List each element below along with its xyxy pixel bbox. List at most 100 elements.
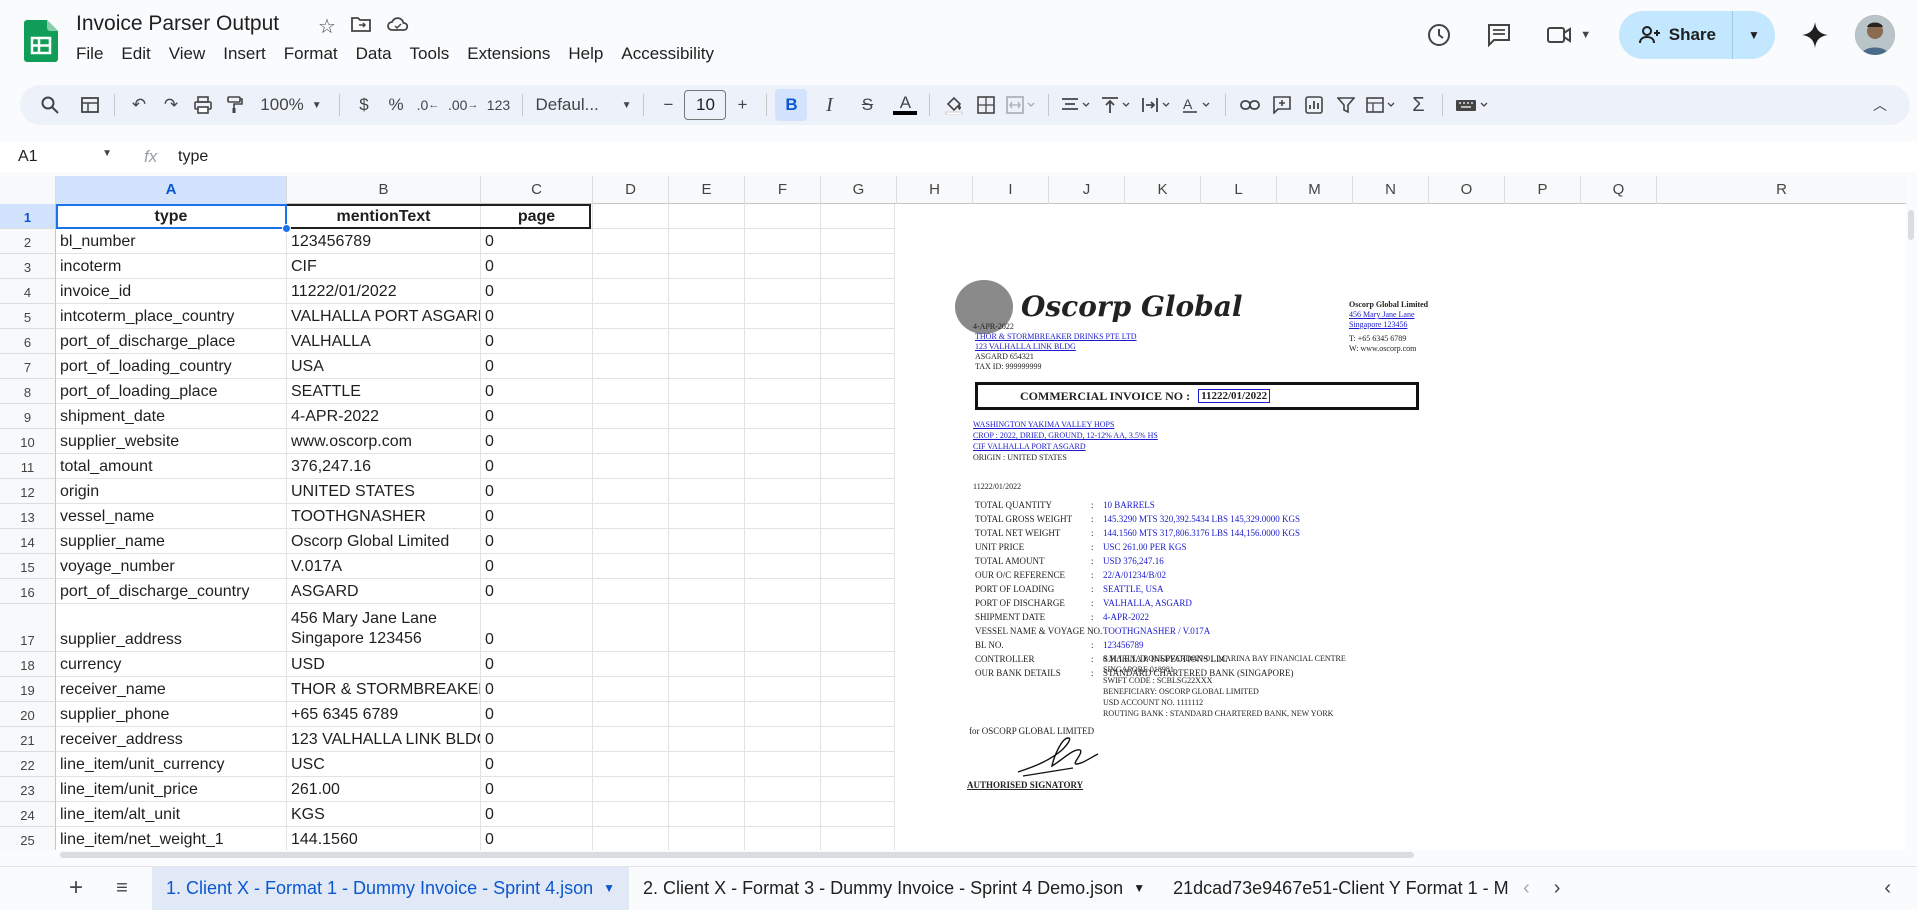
row-header[interactable]: 8	[0, 379, 56, 404]
horizontal-scrollbar[interactable]	[60, 852, 1414, 858]
table-cell[interactable]: Oscorp Global Limited	[287, 529, 481, 554]
table-cell[interactable]: 0	[481, 702, 593, 727]
column-title-cell[interactable]: page	[481, 204, 593, 229]
row-header[interactable]: 11	[0, 454, 56, 479]
empty-cell[interactable]	[593, 579, 669, 604]
table-cell[interactable]: receiver_name	[56, 677, 287, 702]
table-cell[interactable]: 261.00	[287, 777, 481, 802]
column-header-d[interactable]: D	[593, 176, 669, 204]
empty-cell[interactable]	[593, 404, 669, 429]
scroll-tabs-right-icon[interactable]: ›	[1542, 877, 1573, 900]
fill-color-icon[interactable]	[938, 89, 970, 121]
table-cell[interactable]: 0	[481, 329, 593, 354]
empty-cell[interactable]	[821, 652, 897, 677]
font-select[interactable]: Defaul... ▼	[531, 89, 635, 121]
menu-format[interactable]: Format	[275, 44, 347, 64]
empty-cell[interactable]	[669, 479, 745, 504]
empty-cell[interactable]	[593, 752, 669, 777]
empty-cell[interactable]	[669, 204, 745, 229]
table-cell[interactable]: CIF	[287, 254, 481, 279]
column-header-h[interactable]: H	[897, 176, 973, 204]
sheet-tab-2[interactable]: 2. Client X - Format 3 - Dummy Invoice -…	[629, 867, 1159, 910]
empty-cell[interactable]	[669, 752, 745, 777]
side-panel-collapse-icon[interactable]: ‹	[1872, 877, 1903, 900]
invoice-image[interactable]: Oscorp Global 4-APR-2022 THOR & STORMBRE…	[894, 204, 1522, 850]
table-cell[interactable]: www.oscorp.com	[287, 429, 481, 454]
empty-cell[interactable]	[821, 777, 897, 802]
insert-comment-icon[interactable]	[1266, 89, 1298, 121]
functions-icon[interactable]: Σ	[1402, 89, 1434, 121]
table-cell[interactable]: vessel_name	[56, 504, 287, 529]
table-cell[interactable]: receiver_address	[56, 727, 287, 752]
row-header[interactable]: 25	[0, 827, 56, 850]
empty-cell[interactable]	[669, 604, 745, 652]
row-header[interactable]: 4	[0, 279, 56, 304]
cloud-status-icon[interactable]	[386, 14, 410, 34]
empty-cell[interactable]	[745, 579, 821, 604]
row-header[interactable]: 7	[0, 354, 56, 379]
column-header-c[interactable]: C	[481, 176, 593, 204]
empty-cell[interactable]	[821, 404, 897, 429]
table-cell[interactable]: 0	[481, 379, 593, 404]
empty-cell[interactable]	[745, 204, 821, 229]
empty-cell[interactable]	[745, 429, 821, 454]
empty-cell[interactable]	[669, 802, 745, 827]
table-cell[interactable]: 123456789	[287, 229, 481, 254]
row-header[interactable]: 5	[0, 304, 56, 329]
row-header[interactable]: 21	[0, 727, 56, 752]
empty-cell[interactable]	[669, 554, 745, 579]
table-cell[interactable]: 0	[481, 229, 593, 254]
row-header[interactable]: 20	[0, 702, 56, 727]
sheets-logo-icon[interactable]	[24, 20, 58, 62]
all-sheets-icon[interactable]: ≡	[102, 877, 142, 900]
empty-cell[interactable]	[821, 229, 897, 254]
text-wrapping-icon[interactable]	[1137, 89, 1177, 121]
paint-format-icon[interactable]	[219, 89, 251, 121]
empty-cell[interactable]	[821, 429, 897, 454]
table-cell[interactable]: 376,247.16	[287, 454, 481, 479]
column-header-o[interactable]: O	[1429, 176, 1505, 204]
row-header[interactable]: 23	[0, 777, 56, 802]
empty-cell[interactable]	[593, 529, 669, 554]
gemini-icon[interactable]	[1795, 15, 1835, 55]
table-cell[interactable]: port_of_discharge_country	[56, 579, 287, 604]
table-cell[interactable]: 0	[481, 404, 593, 429]
table-cell[interactable]: 11222/01/2022	[287, 279, 481, 304]
empty-cell[interactable]	[745, 652, 821, 677]
table-cell[interactable]: incoterm	[56, 254, 287, 279]
empty-cell[interactable]	[821, 254, 897, 279]
column-header-j[interactable]: J	[1049, 176, 1125, 204]
empty-cell[interactable]	[669, 229, 745, 254]
empty-cell[interactable]	[593, 254, 669, 279]
insert-chart-icon[interactable]	[1298, 89, 1330, 121]
column-header-e[interactable]: E	[669, 176, 745, 204]
table-cell[interactable]: 0	[481, 677, 593, 702]
empty-cell[interactable]	[593, 354, 669, 379]
empty-cell[interactable]	[745, 752, 821, 777]
empty-cell[interactable]	[745, 329, 821, 354]
empty-cell[interactable]	[821, 204, 897, 229]
sheet-tab-3[interactable]: 21dcad73e9467e51-Client Y Format 1 - M	[1159, 867, 1511, 910]
name-box[interactable]: A1 ▼	[0, 148, 124, 166]
empty-cell[interactable]	[745, 479, 821, 504]
menu-help[interactable]: Help	[559, 44, 612, 64]
empty-cell[interactable]	[745, 304, 821, 329]
table-cell[interactable]: 0	[481, 529, 593, 554]
empty-cell[interactable]	[745, 554, 821, 579]
document-title[interactable]: Invoice Parser Output	[76, 12, 279, 36]
table-cell[interactable]: 0	[481, 752, 593, 777]
text-rotation-icon[interactable]: A	[1177, 89, 1217, 121]
empty-cell[interactable]	[593, 329, 669, 354]
row-header[interactable]: 10	[0, 429, 56, 454]
meet-icon[interactable]: ▼	[1539, 15, 1599, 55]
table-cell[interactable]: 0	[481, 652, 593, 677]
text-color-button[interactable]: A	[889, 89, 921, 121]
table-cell[interactable]: bl_number	[56, 229, 287, 254]
table-cell[interactable]: USA	[287, 354, 481, 379]
more-formats-button[interactable]: 123	[482, 89, 514, 121]
table-cell[interactable]: supplier_website	[56, 429, 287, 454]
select-all-corner[interactable]	[0, 176, 56, 204]
fill-handle[interactable]	[282, 224, 291, 233]
table-cell[interactable]: THOR & STORMBREAKER	[287, 677, 481, 702]
menu-insert[interactable]: Insert	[214, 44, 275, 64]
